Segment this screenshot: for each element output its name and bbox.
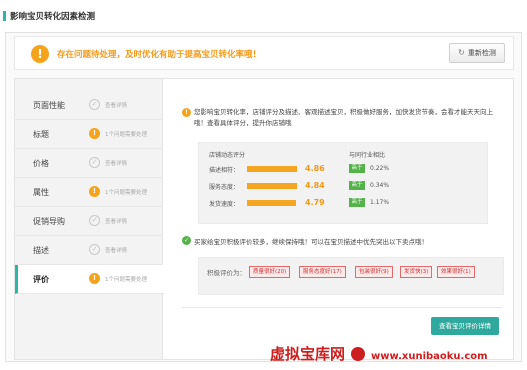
check-circle-icon: ✓ (89, 157, 100, 168)
praise-tag[interactable]: 效果很好(1) (437, 266, 475, 278)
watermark-text: 虚拟宝库网 (270, 345, 346, 363)
compare-percent: 0.22% (370, 165, 390, 172)
dsr-row-label: 描述相符： (209, 167, 240, 174)
sidebar-item-status: 1个问题需要处理 (105, 190, 147, 196)
watermark-logo-icon (351, 347, 366, 361)
dsr-row: 服务态度： 4.84 高于 0.34% (209, 180, 489, 192)
praise-tag[interactable]: 服务态度好(17) (299, 266, 346, 278)
praise-label: 积极评价为： (207, 269, 246, 277)
score-bar (247, 183, 297, 189)
check-circle-icon: ✓ (182, 236, 191, 245)
sidebar-item-reviews[interactable]: 评价 ! 1个问题需要处理 (15, 265, 164, 294)
sidebar: 页面性能 ✓ 查看详情 标题 ! 1个问题需要处理 价格 ✓ 查看详情 属性 !… (15, 79, 164, 359)
dsr-row: 描述相符： 4.86 高于 0.22% (209, 163, 489, 175)
sidebar-item-label: 描述 (33, 246, 49, 255)
sidebar-item-status: 1个问题需要处理 (105, 277, 147, 283)
score-bar (247, 200, 296, 206)
check-circle-icon: ✓ (89, 99, 100, 110)
praise-tags-box: 积极评价为： 质量很好(20) 服务态度好(17) 包装很好(9) 发货快(3)… (198, 257, 504, 295)
dsr-score: 4.86 (305, 164, 325, 173)
sidebar-item-price[interactable]: 价格 ✓ 查看详情 (15, 149, 163, 178)
warning-icon: ! (182, 108, 191, 117)
warning-icon: ! (89, 128, 100, 139)
detection-panel: 页面性能 ✓ 查看详情 标题 ! 1个问题需要处理 价格 ✓ 查看详情 属性 !… (14, 78, 514, 360)
praise-tag[interactable]: 质量很好(20) (249, 266, 291, 278)
warning-icon: ! (89, 186, 100, 197)
title-accent-bar (3, 11, 6, 21)
recheck-button[interactable]: ↻ 重新检测 (449, 43, 505, 63)
sidebar-item-status: 查看详情 (105, 219, 128, 225)
watermark: 虚拟宝库网 www.xunibaoku.com (270, 343, 488, 364)
alert-message: 存在问题待处理，及时优化有助于提高宝贝转化率哦！ (57, 50, 262, 60)
dsr-score: 4.84 (305, 181, 325, 190)
praise-tag[interactable]: 发货快(3) (400, 266, 433, 278)
dsr-score: 4.79 (305, 198, 325, 207)
check-circle-icon: ✓ (89, 244, 100, 255)
header-bar: 影响宝贝转化因素检测 (0, 0, 527, 32)
sidebar-item-label: 标题 (33, 130, 49, 139)
sidebar-item-label: 价格 (33, 159, 49, 168)
intro-text: 您影响宝贝转化率，店铺评分及描述、客观描述宝贝，积极做好服务，加快发货节奏，会看… (194, 108, 493, 127)
alert-banner: ! 存在问题待处理，及时优化有助于提高宝贝转化率哦！ ↻ 重新检测 (14, 36, 514, 70)
intro-note: ! 您影响宝贝转化率，店铺评分及描述、客观描述宝贝，积极做好服务，加快发货节奏，… (182, 107, 500, 129)
score-bar (247, 166, 297, 172)
sidebar-item-description[interactable]: 描述 ✓ 查看详情 (15, 236, 163, 265)
check-circle-icon: ✓ (89, 215, 100, 226)
sidebar-item-status: 查看详情 (105, 248, 128, 254)
sidebar-item-status: 查看详情 (105, 161, 128, 167)
compare-percent: 0.34% (370, 182, 390, 189)
dsr-score-box: 店铺动态评分 与同行业相比 描述相符： 4.86 高于 0.22% 服务态度： … (198, 142, 488, 224)
sidebar-item-promotion[interactable]: 促销导购 ✓ 查看详情 (15, 207, 163, 236)
divider (182, 307, 502, 308)
compare-header: 与同行业相比 (349, 152, 386, 159)
compare-badge: 高于 (349, 198, 365, 207)
dsr-row-label: 服务态度： (209, 184, 240, 191)
sidebar-item-attributes[interactable]: 属性 ! 1个问题需要处理 (15, 178, 163, 207)
sidebar-item-label: 评价 (33, 275, 49, 284)
dsr-row: 发货速度： 4.79 高于 1.17% (209, 197, 489, 209)
dsr-header: 店铺动态评分 (209, 152, 246, 159)
compare-percent: 1.17% (370, 199, 390, 206)
page-title: 影响宝贝转化因素检测 (10, 12, 96, 22)
sidebar-item-page-performance[interactable]: 页面性能 ✓ 查看详情 (15, 91, 163, 120)
sidebar-item-label: 页面性能 (33, 101, 65, 110)
review-content: ! 您影响宝贝转化率，店铺评分及描述、客观描述宝贝，积极做好服务，加快发货节奏，… (164, 79, 513, 359)
sidebar-item-label: 促销导购 (33, 217, 65, 226)
compare-badge: 高于 (349, 181, 365, 190)
view-review-details-button[interactable]: 查看宝贝评价详情 (431, 317, 499, 335)
compare-badge: 高于 (349, 164, 365, 173)
sidebar-item-label: 属性 (33, 188, 49, 197)
good-review-note: ✓ 买家给宝贝积极评价较多，继续保持哦！可以在宝贝描述中优先突出以下卖点哦！ (182, 236, 502, 246)
dsr-row-label: 发货速度： (209, 201, 240, 208)
sidebar-item-status: 1个问题需要处理 (105, 132, 147, 138)
recheck-label: 重新检测 (467, 49, 496, 57)
refresh-icon: ↻ (458, 48, 465, 57)
good-review-text: 买家给宝贝积极评价较多，继续保持哦！可以在宝贝描述中优先突出以下卖点哦！ (194, 238, 428, 246)
sidebar-item-title[interactable]: 标题 ! 1个问题需要处理 (15, 120, 163, 149)
watermark-url: www.xunibaoku.com (371, 351, 488, 362)
praise-tag[interactable]: 包装很好(9) (355, 266, 393, 278)
warning-icon: ! (31, 45, 49, 63)
warning-icon: ! (89, 273, 100, 284)
sidebar-item-status: 查看详情 (105, 103, 128, 109)
